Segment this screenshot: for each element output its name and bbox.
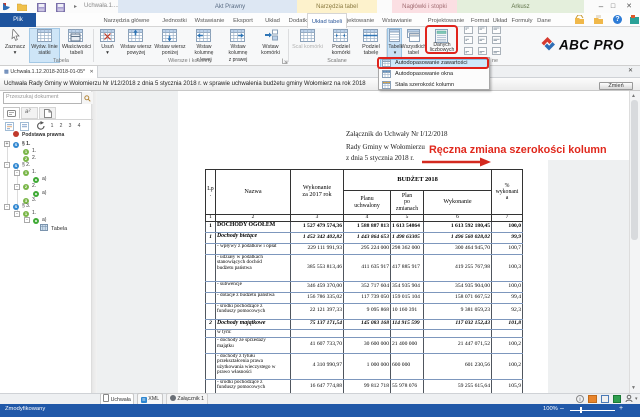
svg-text:ABC PRO: ABC PRO <box>558 38 624 53</box>
